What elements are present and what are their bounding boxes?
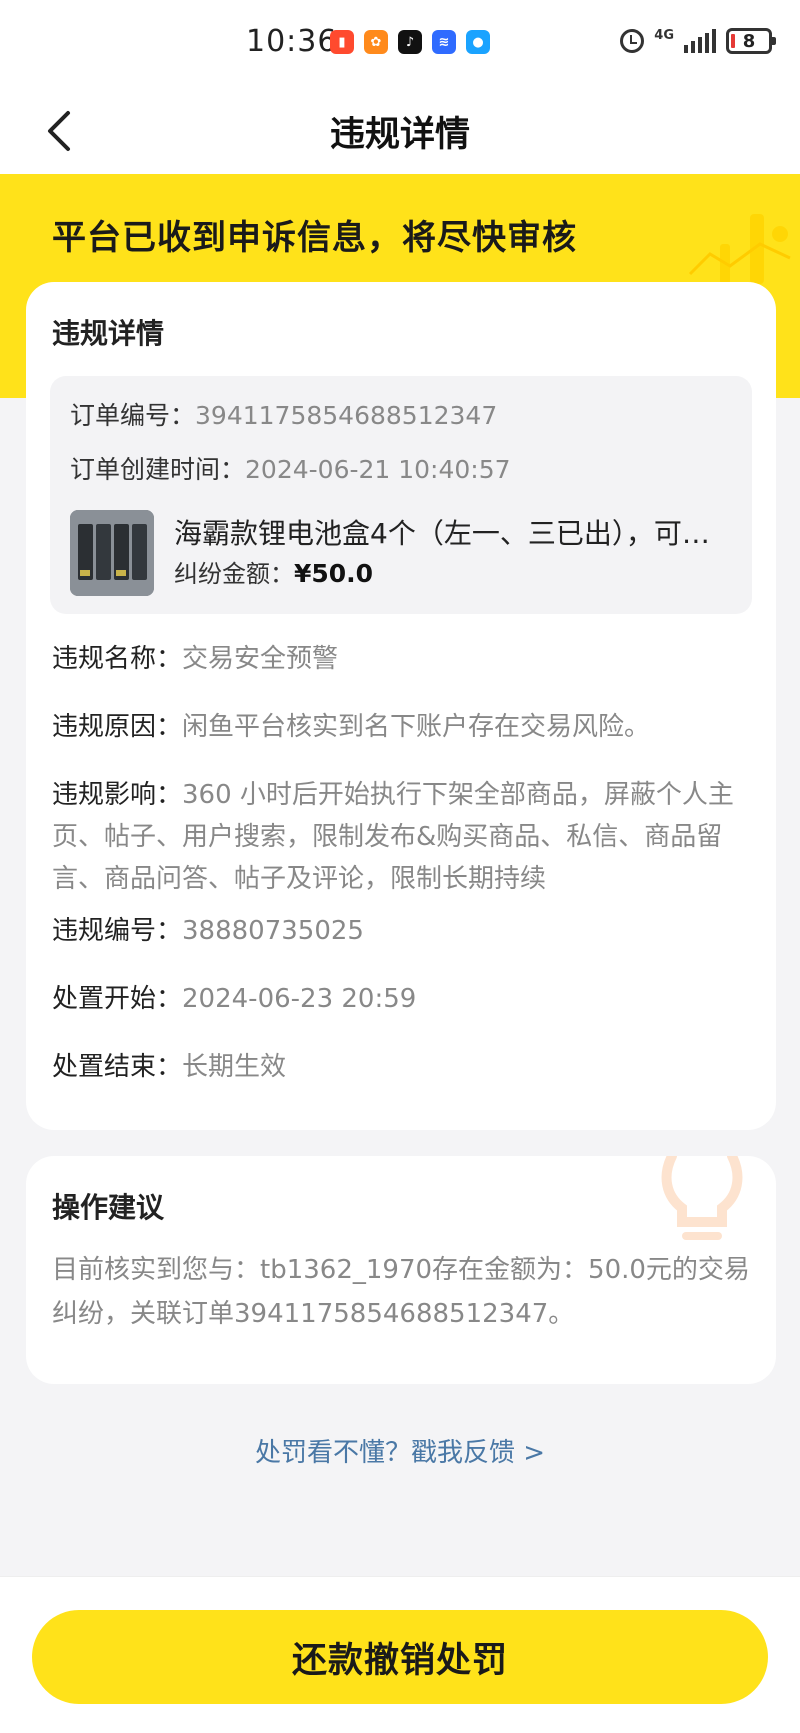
signal-icon <box>684 29 716 53</box>
violation-id-row: 违规编号：38880735025 <box>52 910 752 952</box>
nav-bar: 违规详情 <box>0 88 800 174</box>
order-created-value: 2024-06-21 10:40:57 <box>245 455 511 484</box>
violation-details-card: 违规详情 订单编号：3941175854688512347 订单创建时间：202… <box>26 282 776 1130</box>
feedback-link[interactable]: 处罚看不懂？戳我反馈 > <box>0 1432 800 1469</box>
lightbulb-icon <box>661 1156 743 1240</box>
status-time: 10:36 <box>246 24 338 59</box>
row-value: 38880735025 <box>182 916 364 946</box>
alarm-icon <box>620 29 645 53</box>
order-created-label: 订单创建时间： <box>70 455 246 484</box>
violation-name-row: 违规名称：交易安全预警 <box>52 638 752 680</box>
advice-card: 操作建议 目前核实到您与：tb1362_1970存在金额为：50.0元的交易纠纷… <box>26 1156 776 1384</box>
tiktok-app-icon: ♪ <box>398 30 422 54</box>
system-indicators: 4G 8 <box>620 27 776 54</box>
row-label: 处置结束： <box>52 1052 183 1082</box>
status-bar: 10:36 ▮ ✿ ♪ ≋ ● 4G 8 <box>0 0 800 88</box>
message-app-icon: ● <box>466 30 490 54</box>
row-label: 违规影响： <box>52 780 183 810</box>
battery-box-image <box>70 510 154 596</box>
order-info-box[interactable]: 订单编号：3941175854688512347 订单创建时间：2024-06-… <box>50 376 752 614</box>
order-number-value: 3941175854688512347 <box>195 401 498 430</box>
violation-impact-row: 违规影响：360 小时后开始执行下架全部商品，屏蔽个人主页、帖子、用户搜索，限制… <box>52 774 752 900</box>
penalty-start-row: 处置开始：2024-06-23 20:59 <box>52 978 752 1020</box>
row-value: 2024-06-23 20:59 <box>182 984 417 1014</box>
battery-app-icon: ▮ <box>330 30 354 54</box>
order-number-label: 订单编号： <box>70 401 196 430</box>
battery-level: 8 <box>742 30 756 52</box>
advice-title: 操作建议 <box>52 1191 165 1224</box>
battery-icon: 8 <box>726 28 776 54</box>
page-title: 违规详情 <box>329 115 470 155</box>
order-created-row: 订单创建时间：2024-06-21 10:40:57 <box>70 450 511 486</box>
row-value: 交易安全预警 <box>182 644 339 674</box>
violation-reason-row: 违规原因：闲鱼平台核实到名下账户存在交易风险。 <box>52 706 752 748</box>
row-label: 违规原因： <box>52 712 183 742</box>
details-card-title: 违规详情 <box>52 317 165 350</box>
dispute-amount: 纠纷金额：¥50.0 <box>174 554 373 589</box>
advice-text: 目前核实到您与：tb1362_1970存在金额为：50.0元的交易纠纷，关联订单… <box>52 1255 750 1329</box>
row-value: 长期生效 <box>182 1052 287 1082</box>
row-value: 闲鱼平台核实到名下账户存在交易风险。 <box>182 712 651 742</box>
product-thumbnail[interactable] <box>70 510 154 596</box>
row-label: 违规名称： <box>52 644 183 674</box>
network-type: 4G <box>654 27 674 43</box>
row-label: 违规编号： <box>52 916 183 946</box>
dispute-amount-label: 纠纷金额： <box>174 560 294 588</box>
dispute-amount-value: ¥50.0 <box>294 559 374 588</box>
repay-revoke-penalty-button[interactable]: 还款撤销处罚 <box>32 1610 768 1704</box>
notification-icons: ▮ ✿ ♪ ≋ ● <box>330 30 490 54</box>
paw-app-icon: ✿ <box>364 30 388 54</box>
penalty-end-row: 处置结束：长期生效 <box>52 1046 752 1088</box>
banner-message: 平台已收到申诉信息，将尽快审核 <box>52 218 577 258</box>
bottom-action-bar: 还款撤销处罚 <box>0 1576 800 1733</box>
order-number-row: 订单编号：3941175854688512347 <box>70 396 497 432</box>
product-title[interactable]: 海霸款锂电池盒4个（左一、三已出），可下单 <box>174 512 734 552</box>
row-label: 处置开始： <box>52 984 183 1014</box>
voice-app-icon: ≋ <box>432 30 456 54</box>
